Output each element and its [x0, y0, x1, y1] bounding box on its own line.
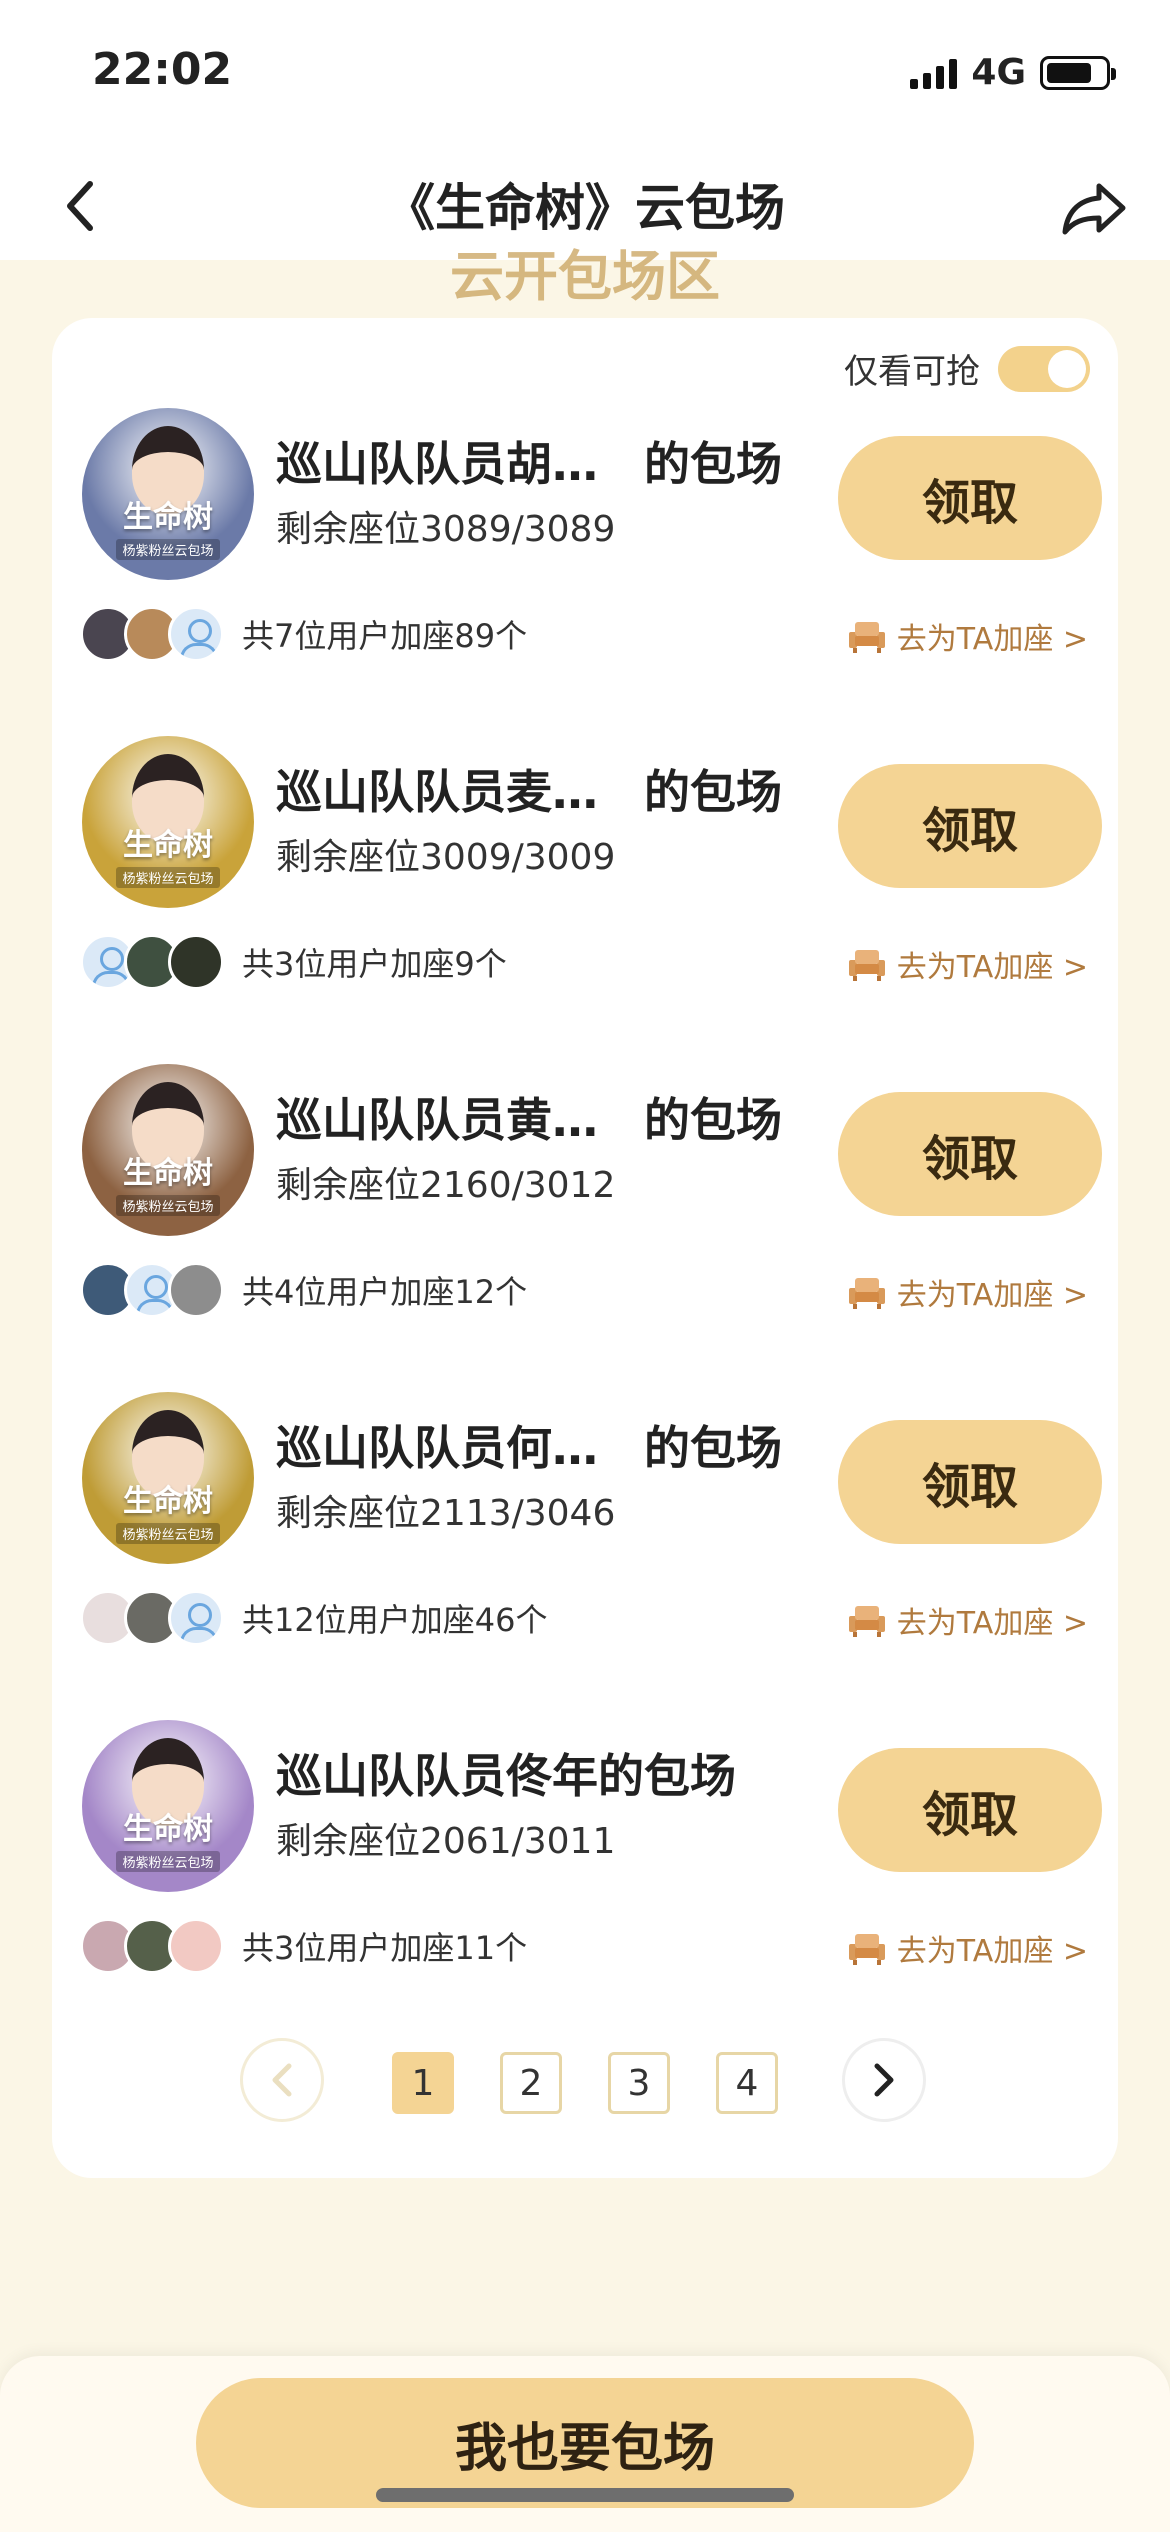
network-type: 4G	[971, 52, 1026, 93]
venue-avatar[interactable]: 生命树 杨紫粉丝云包场	[82, 1392, 254, 1564]
poster-title: 生命树	[123, 1812, 213, 1847]
poster-title: 生命树	[123, 828, 213, 863]
seats-remaining: 剩余座位2160/3012	[276, 1165, 616, 1206]
status-indicators: 4G	[910, 52, 1116, 93]
status-bar: 22:02 4G	[0, 0, 1170, 150]
seats-remaining: 剩余座位2113/3046	[276, 1493, 616, 1534]
chevron-right-icon	[874, 2063, 894, 2097]
venue-list-item: 生命树 杨紫粉丝云包场 巡山队队员胡… 的包场 剩余座位3089/3089 领取…	[52, 318, 1118, 662]
prev-page-button[interactable]	[240, 2038, 324, 2122]
section-heading: 云开包场区	[450, 245, 720, 308]
claim-button[interactable]: 领取	[838, 1748, 1102, 1872]
claim-button[interactable]: 领取	[838, 1420, 1102, 1544]
page-3-button[interactable]: 3	[608, 2052, 670, 2114]
poster-subtitle: 杨紫粉丝云包场	[116, 539, 220, 560]
venue-avatar[interactable]: 生命树 杨紫粉丝云包场	[82, 408, 254, 580]
member-avatars: 共3位用户加座11个	[80, 1918, 527, 1974]
venue-list-item: 生命树 杨紫粉丝云包场 巡山队队员黄… 的包场 剩余座位2160/3012 领取…	[52, 974, 1118, 1318]
venue-title: 巡山队队员佟年的包场	[276, 1749, 736, 1803]
venue-title: 巡山队队员何… 的包场	[276, 1421, 782, 1475]
member-avatar	[168, 1918, 224, 1974]
claim-button[interactable]: 领取	[838, 436, 1102, 560]
poster-subtitle: 杨紫粉丝云包场	[116, 1851, 220, 1872]
next-page-button[interactable]	[842, 2038, 926, 2122]
member-count-text: 共3位用户加座11个	[242, 1929, 528, 1967]
poster-subtitle: 杨紫粉丝云包场	[116, 1195, 220, 1216]
battery-icon	[1040, 55, 1116, 90]
seats-remaining: 剩余座位3089/3089	[276, 509, 616, 550]
poster-subtitle: 杨紫粉丝云包场	[116, 867, 220, 888]
seats-remaining: 剩余座位2061/3011	[276, 1821, 616, 1862]
venue-avatar[interactable]: 生命树 杨紫粉丝云包场	[82, 736, 254, 908]
status-time: 22:02	[92, 44, 233, 95]
venue-avatar[interactable]: 生命树 杨紫粉丝云包场	[82, 1720, 254, 1892]
home-indicator	[376, 2488, 794, 2502]
page-2-button[interactable]: 2	[500, 2052, 562, 2114]
chevron-left-icon	[272, 2063, 292, 2097]
poster-title: 生命树	[123, 500, 213, 535]
pagination: 1 2 3 4	[52, 2038, 1118, 2128]
venue-avatar[interactable]: 生命树 杨紫粉丝云包场	[82, 1064, 254, 1236]
venue-list-item: 生命树 杨紫粉丝云包场 巡山队队员麦… 的包场 剩余座位3009/3009 领取…	[52, 646, 1118, 990]
page-1-button[interactable]: 1	[392, 2052, 454, 2114]
venue-list-item: 生命树 杨紫粉丝云包场 巡山队队员何… 的包场 剩余座位2113/3046 领取…	[52, 1302, 1118, 1646]
add-seat-link[interactable]: 去为TA加座 >	[847, 1926, 1088, 1970]
page-title: 《生命树》云包场	[385, 179, 785, 237]
venue-title: 巡山队队员胡… 的包场	[276, 437, 782, 491]
page-4-button[interactable]: 4	[716, 2052, 778, 2114]
cellular-signal-icon	[910, 57, 958, 89]
venue-title: 巡山队队员麦… 的包场	[276, 765, 782, 819]
claim-button[interactable]: 领取	[838, 764, 1102, 888]
seats-remaining: 剩余座位3009/3009	[276, 837, 616, 878]
venue-title: 巡山队队员黄… 的包场	[276, 1093, 782, 1147]
venue-list-item: 生命树 杨紫粉丝云包场 巡山队队员佟年的包场 剩余座位2061/3011 领取 …	[52, 1630, 1118, 1974]
bottom-action-bar: 我也要包场	[0, 2356, 1170, 2532]
claim-button[interactable]: 领取	[838, 1092, 1102, 1216]
sofa-icon	[848, 1934, 885, 1965]
poster-title: 生命树	[123, 1484, 213, 1519]
add-seat-label: 去为TA加座 >	[896, 1934, 1088, 1969]
poster-title: 生命树	[123, 1156, 213, 1191]
venue-list-card: 仅看可抢 生命树 杨紫粉丝云包场 巡山队队员胡… 的包场 剩余座位3089/30…	[52, 318, 1118, 2178]
poster-subtitle: 杨紫粉丝云包场	[116, 1523, 220, 1544]
